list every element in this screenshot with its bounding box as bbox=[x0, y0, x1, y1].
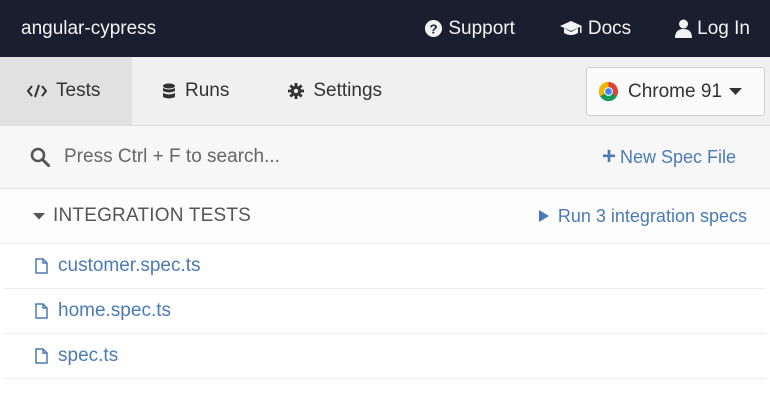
question-circle-icon: ? bbox=[425, 19, 443, 38]
support-label: Support bbox=[448, 17, 515, 39]
file-icon bbox=[35, 348, 48, 364]
spec-name: home.spec.ts bbox=[58, 300, 171, 321]
graduation-cap-icon bbox=[559, 20, 582, 35]
file-icon bbox=[35, 303, 48, 319]
spec-item-spec[interactable]: spec.ts bbox=[4, 334, 766, 379]
caret-down-icon bbox=[33, 212, 45, 219]
tab-settings-label: Settings bbox=[313, 80, 383, 101]
docs-label: Docs bbox=[587, 17, 632, 39]
search-bar: + New Spec File bbox=[0, 126, 770, 189]
nav-bar: Tests Runs Settings Chrome 91 bbox=[0, 57, 770, 126]
spec-name: spec.ts bbox=[58, 345, 119, 366]
play-icon bbox=[538, 210, 549, 222]
integration-tests-header[interactable]: INTEGRATION TESTS Run 3 integration spec… bbox=[0, 189, 770, 244]
search-icon bbox=[30, 147, 50, 167]
tab-runs[interactable]: Runs bbox=[132, 57, 256, 125]
plus-icon: + bbox=[601, 143, 616, 170]
spec-name: customer.spec.ts bbox=[58, 255, 201, 276]
svg-text:?: ? bbox=[430, 21, 438, 36]
browser-label: Chrome 91 bbox=[628, 80, 722, 102]
file-icon bbox=[35, 258, 48, 274]
login-label: Log In bbox=[697, 17, 750, 39]
new-spec-file-button[interactable]: + New Spec File bbox=[602, 145, 736, 169]
database-icon bbox=[163, 83, 175, 98]
login-link[interactable]: Log In bbox=[675, 18, 750, 40]
gear-icon bbox=[288, 83, 305, 99]
run-all-specs-button[interactable]: Run 3 integration specs bbox=[538, 205, 747, 227]
support-link[interactable]: ? Support bbox=[424, 18, 515, 40]
tab-settings[interactable]: Settings bbox=[256, 57, 409, 125]
tab-runs-label: Runs bbox=[185, 80, 230, 101]
user-icon bbox=[675, 19, 693, 38]
run-all-label: Run 3 integration specs bbox=[557, 205, 747, 226]
spec-item-home[interactable]: home.spec.ts bbox=[4, 289, 766, 334]
tab-tests[interactable]: Tests bbox=[0, 57, 132, 125]
new-spec-label: New Spec File bbox=[619, 146, 736, 167]
docs-link[interactable]: Docs bbox=[559, 18, 631, 40]
code-icon bbox=[27, 84, 47, 98]
top-header: angular-cypress ? Support Docs Log In bbox=[0, 0, 770, 57]
spec-item-customer[interactable]: customer.spec.ts bbox=[4, 244, 766, 289]
tab-tests-label: Tests bbox=[56, 80, 101, 101]
search-input[interactable] bbox=[64, 146, 602, 168]
caret-down-icon bbox=[729, 87, 742, 95]
browser-dropdown[interactable]: Chrome 91 bbox=[586, 67, 765, 116]
spec-list: customer.spec.ts home.spec.ts spec.ts bbox=[0, 244, 770, 379]
chrome-logo-icon bbox=[598, 81, 619, 102]
app-name: angular-cypress bbox=[21, 17, 157, 39]
section-title: INTEGRATION TESTS bbox=[53, 205, 251, 226]
